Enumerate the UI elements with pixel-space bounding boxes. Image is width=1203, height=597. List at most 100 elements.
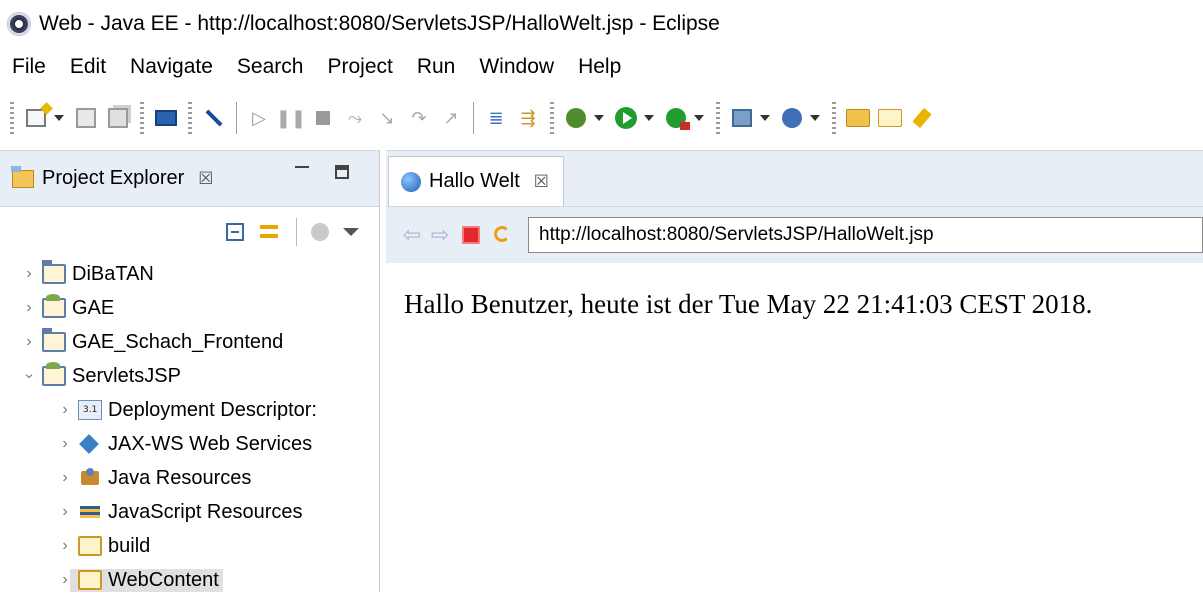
menu-search[interactable]: Search — [225, 55, 316, 79]
toolbar-grip[interactable] — [832, 102, 836, 134]
chevron-right-icon[interactable]: › — [56, 537, 74, 555]
back-arrow-icon[interactable]: ⇦ — [398, 222, 426, 248]
minimize-icon[interactable] — [295, 166, 309, 168]
save-icon — [76, 108, 96, 128]
chevron-right-icon[interactable]: › — [56, 401, 74, 419]
new-dropdown-arrow-icon[interactable] — [54, 115, 64, 121]
chevron-right-icon[interactable]: › — [20, 265, 38, 283]
annotation-button[interactable] — [909, 105, 935, 131]
tree-item-label: WebContent — [108, 568, 219, 591]
tree-item-deployment-descriptor[interactable]: › Deployment Descriptor: — [0, 393, 379, 427]
chevron-right-icon[interactable]: › — [20, 299, 38, 317]
forward-arrow-icon[interactable]: ⇨ — [426, 222, 454, 248]
close-icon[interactable]: ☒ — [198, 169, 213, 189]
monitor-icon — [155, 110, 177, 126]
close-icon[interactable]: ☒ — [534, 172, 549, 192]
step-into-icon: ↘ — [379, 107, 395, 128]
tree-item-gae[interactable]: › GAE — [0, 291, 379, 325]
tree-item-servletsjsp[interactable]: › ServletsJSP — [0, 359, 379, 393]
tab-project-explorer[interactable]: Project Explorer ☒ — [0, 151, 226, 206]
step-return-button[interactable]: ↗ — [438, 105, 464, 131]
stop-icon — [316, 111, 330, 125]
main-toolbar: ▷ ❚❚ ⤳ ↘ ↷ ↗ ≣ ⇶ — [0, 86, 1203, 150]
tree-item-gae-schach-frontend[interactable]: › GAE_Schach_Frontend — [0, 325, 379, 359]
server-dropdown-arrow-icon[interactable] — [760, 115, 770, 121]
tree-item-label: Deployment Descriptor: — [108, 398, 317, 421]
toolbar-grip[interactable] — [188, 102, 192, 134]
open-resource-button[interactable] — [877, 105, 903, 131]
open-console-button[interactable] — [153, 105, 179, 131]
menu-window[interactable]: Window — [467, 55, 566, 79]
url-input[interactable]: http://localhost:8080/ServletsJSP/HalloW… — [528, 217, 1203, 253]
chevron-down-icon[interactable]: › — [20, 367, 38, 385]
chevron-right-icon[interactable]: › — [20, 333, 38, 351]
tree-item-jaxws[interactable]: › JAX-WS Web Services — [0, 427, 379, 461]
toolbar-separator — [296, 218, 297, 246]
filter-icon[interactable] — [311, 223, 329, 241]
stop-icon[interactable] — [462, 226, 480, 244]
menu-edit[interactable]: Edit — [58, 55, 118, 79]
use-step-filters-button[interactable]: ≣ — [483, 105, 509, 131]
chevron-right-icon[interactable]: › — [56, 469, 74, 487]
menu-run[interactable]: Run — [405, 55, 468, 79]
tree-item-label: GAE — [72, 296, 115, 319]
browser-toolbar: ⇦ ⇨ http://localhost:8080/ServletsJSP/Ha… — [386, 207, 1203, 263]
new-button[interactable] — [23, 105, 49, 131]
step-into-button[interactable]: ↘ — [374, 105, 400, 131]
step-over-icon: ↷ — [411, 107, 427, 128]
tree-item-dibatan[interactable]: › DiBaTAN — [0, 257, 379, 291]
service-dropdown-arrow-icon[interactable] — [810, 115, 820, 121]
toolbar-grip[interactable] — [10, 102, 14, 134]
save-button[interactable] — [73, 105, 99, 131]
external-tools-dropdown-arrow-icon[interactable] — [694, 115, 704, 121]
maximize-icon[interactable] — [335, 165, 349, 179]
chevron-right-icon[interactable]: › — [56, 503, 74, 521]
run-dropdown-arrow-icon[interactable] — [644, 115, 654, 121]
editor-area: Hallo Welt ☒ ⇦ ⇨ http://localhost:8080/S… — [386, 150, 1203, 592]
project-folder-icon — [42, 328, 66, 352]
new-server-button[interactable] — [729, 105, 755, 131]
jaxws-icon — [78, 434, 102, 454]
menu-file[interactable]: File — [0, 55, 58, 79]
resume-icon: ▷ — [252, 107, 266, 128]
gae-project-icon — [42, 294, 66, 318]
page-greeting-text: Hallo Benutzer, heute ist der Tue May 22… — [404, 289, 1093, 319]
tree-item-build[interactable]: › build — [0, 529, 379, 563]
refresh-icon[interactable] — [492, 224, 514, 246]
chevron-right-icon[interactable]: › — [56, 435, 74, 453]
resume-button[interactable]: ▷ — [246, 105, 272, 131]
toolbar-grip[interactable] — [716, 102, 720, 134]
open-type-button[interactable] — [845, 105, 871, 131]
new-file-icon — [26, 109, 46, 127]
url-text: http://localhost:8080/ServletsJSP/HalloW… — [539, 224, 934, 245]
tree-item-javascript-resources[interactable]: › JavaScript Resources — [0, 495, 379, 529]
project-explorer-toolbar — [0, 207, 379, 257]
menu-navigate[interactable]: Navigate — [118, 55, 225, 79]
link-with-editor-icon[interactable] — [258, 222, 282, 242]
view-menu-icon[interactable] — [343, 228, 359, 236]
terminate-button[interactable] — [310, 105, 336, 131]
menu-help[interactable]: Help — [566, 55, 633, 79]
deploy-button[interactable]: ⇶ — [515, 105, 541, 131]
collapse-all-icon[interactable] — [226, 223, 244, 241]
tree-item-java-resources[interactable]: › Java Resources — [0, 461, 379, 495]
run-button[interactable] — [613, 105, 639, 131]
project-folder-icon — [42, 260, 66, 284]
tab-hallo-welt[interactable]: Hallo Welt ☒ — [388, 156, 565, 206]
suspend-button[interactable]: ❚❚ — [276, 105, 306, 131]
toolbar-grip[interactable] — [140, 102, 144, 134]
save-all-button[interactable] — [105, 105, 131, 131]
external-tools-icon — [666, 108, 690, 130]
javascript-resources-icon — [78, 502, 102, 522]
menu-project[interactable]: Project — [315, 55, 404, 79]
debug-dropdown-arrow-icon[interactable] — [594, 115, 604, 121]
skip-breakpoints-button[interactable] — [201, 105, 227, 131]
java-resources-icon — [78, 468, 102, 488]
toolbar-grip[interactable] — [550, 102, 554, 134]
external-tools-button[interactable] — [663, 105, 690, 131]
disconnect-button[interactable]: ⤳ — [342, 105, 368, 131]
debug-button[interactable] — [563, 105, 589, 131]
step-over-button[interactable]: ↷ — [406, 105, 432, 131]
new-service-button[interactable] — [779, 105, 805, 131]
step-return-icon: ↗ — [443, 107, 459, 128]
